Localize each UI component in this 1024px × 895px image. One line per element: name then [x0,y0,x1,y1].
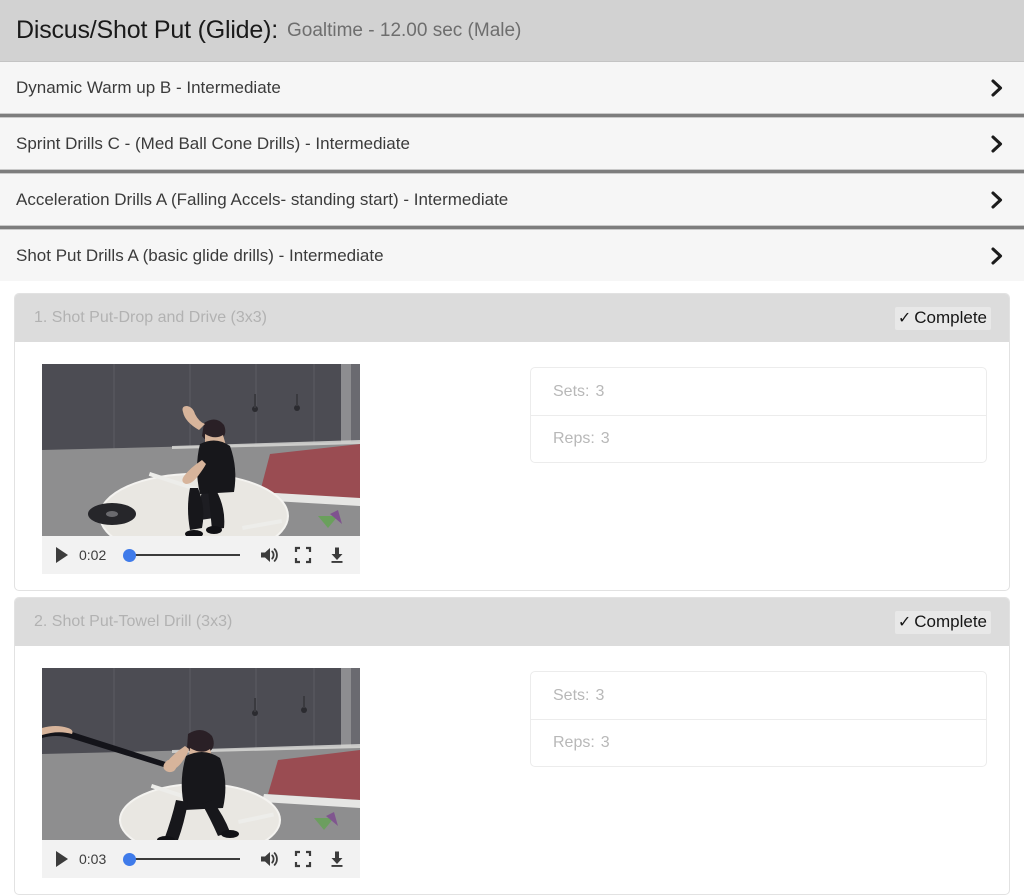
download-icon[interactable] [324,543,350,567]
scrubber-track [130,858,240,860]
video-time: 0:02 [79,547,107,563]
exercise-body: 0:03 Sets: 3 Reps: 3 [15,646,1009,894]
reps-label: Reps: [553,734,595,751]
accordion-item-sprint-drills-c[interactable]: Sprint Drills C - (Med Ball Cone Drills)… [0,118,1024,169]
sets-label: Sets: [553,686,590,704]
complete-toggle[interactable]: ✓ Complete [894,610,991,634]
page-title: Discus/Shot Put (Glide): [16,16,278,44]
video-controls: 0:02 [42,536,360,574]
accordion-item-dynamic-warm-up-b[interactable]: Dynamic Warm up B - Intermediate [0,62,1024,113]
accordion-item-acceleration-drills-a[interactable]: Acceleration Drills A (Falling Accels- s… [0,174,1024,225]
check-icon: ✓ [897,309,912,327]
complete-label: Complete [914,307,987,327]
video-time: 0:03 [79,851,107,867]
accordion-item-shot-put-drills-a[interactable]: Shot Put Drills A (basic glide drills) -… [0,230,1024,281]
video-player: 0:02 [42,364,360,574]
exercise-meta-panel: Sets: 3 Reps: 3 [530,367,987,463]
download-icon[interactable] [324,847,350,871]
accordion-item-label: Acceleration Drills A (Falling Accels- s… [16,189,509,209]
complete-label: Complete [914,611,987,631]
exercise-card: 1. Shot Put-Drop and Drive (3x3) ✓ Comple… [14,293,1010,591]
sets-row: Sets: 3 [531,672,986,719]
reps-row: Reps: 3 [531,415,986,462]
workout-accordion: Dynamic Warm up B - Intermediate Sprint … [0,62,1024,285]
page-header: Discus/Shot Put (Glide): Goaltime - 12.0… [0,0,1024,62]
reps-label: Reps: [553,430,595,447]
reps-value: 3 [600,734,610,751]
accordion-item-label: Dynamic Warm up B - Intermediate [16,77,281,97]
chevron-right-icon [988,134,1006,153]
video-scrubber[interactable] [123,545,242,565]
reps-value: 3 [600,430,610,447]
check-icon: ✓ [897,613,912,631]
sets-label: Sets: [553,382,590,400]
exercise-list: 1. Shot Put-Drop and Drive (3x3) ✓ Comple… [0,285,1024,895]
exercise-header: 1. Shot Put-Drop and Drive (3x3) ✓ Comple… [15,294,1009,342]
exercise-card: 2. Shot Put-Towel Drill (3x3) ✓Complete [14,597,1010,895]
exercise-title: 2. Shot Put-Towel Drill (3x3) [34,613,233,630]
scrubber-knob[interactable] [123,853,136,866]
fullscreen-icon[interactable] [290,847,316,871]
page-subtitle: Goaltime - 12.00 sec (Male) [286,19,522,41]
exercise-title: 1. Shot Put-Drop and Drive (3x3) [34,309,267,326]
chevron-right-icon [988,190,1006,209]
accordion-item-label: Sprint Drills C - (Med Ball Cone Drills)… [16,133,410,153]
scrubber-knob[interactable] [123,549,136,562]
video-scrubber[interactable] [123,849,242,869]
accordion-item-label: Shot Put Drills A (basic glide drills) -… [16,245,384,265]
sets-value: 3 [595,382,605,400]
play-icon[interactable] [51,544,73,566]
exercise-header: 2. Shot Put-Towel Drill (3x3) ✓ Complete [15,598,1009,646]
volume-icon[interactable] [256,847,282,871]
chevron-right-icon [988,78,1006,97]
exercise-body: 0:02 Sets: 3 Reps: 3 [15,342,1009,590]
play-icon[interactable] [51,848,73,870]
volume-icon[interactable] [256,543,282,567]
chevron-right-icon [988,246,1006,265]
sets-value: 3 [595,686,605,704]
video-frame-towel-drill[interactable] [42,668,360,840]
fullscreen-icon[interactable] [290,543,316,567]
exercise-meta-panel: Sets: 3 Reps: 3 [530,671,987,767]
video-frame-drop-and-drive[interactable] [42,364,360,536]
sets-row: Sets: 3 [531,368,986,415]
scrubber-track [130,554,240,556]
video-controls: 0:03 [42,840,360,878]
video-player: 0:03 [42,668,360,878]
reps-row: Reps: 3 [531,719,986,766]
complete-toggle[interactable]: ✓ Complete [894,306,991,330]
